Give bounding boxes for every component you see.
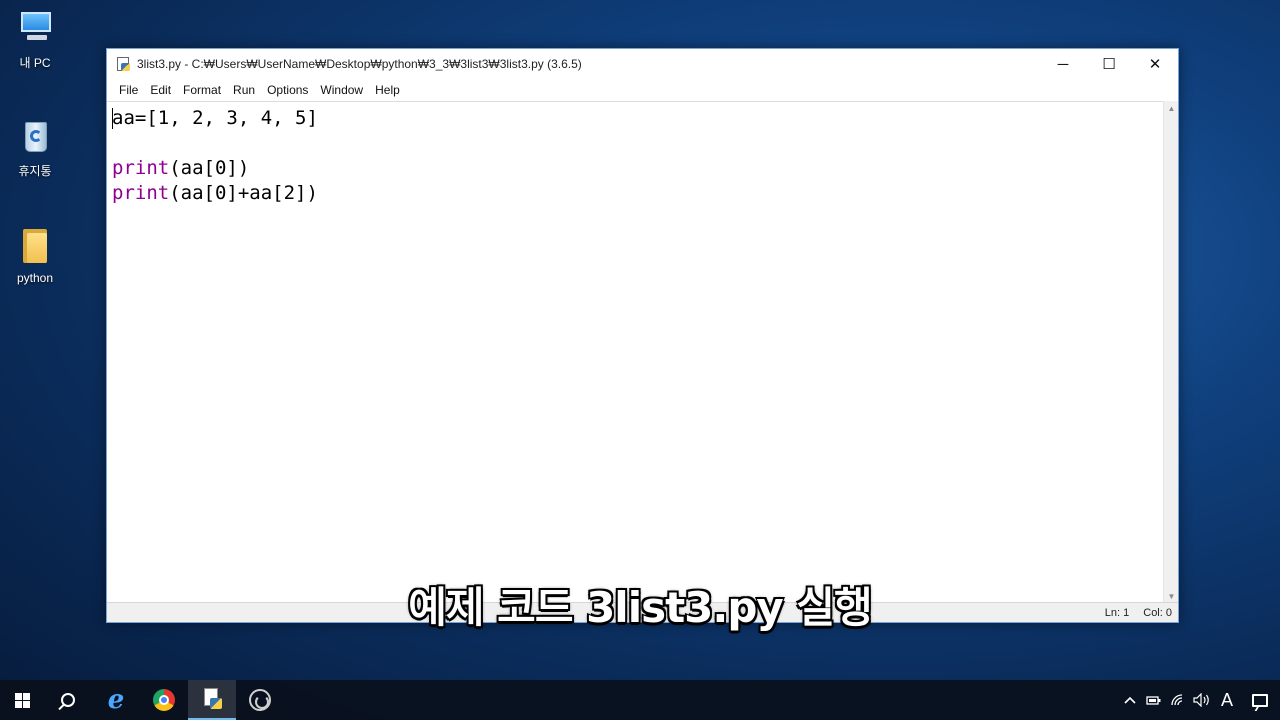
menu-format[interactable]: Format (177, 80, 227, 100)
vertical-scrollbar[interactable]: ▲ ▼ (1163, 101, 1178, 604)
windows-icon (14, 692, 30, 708)
system-tray: A (1118, 680, 1280, 720)
folder-icon (15, 225, 55, 265)
desktop-icon-label: 휴지통 (18, 164, 52, 178)
network-icon[interactable] (1166, 680, 1190, 720)
chrome-icon (153, 689, 175, 711)
menu-file[interactable]: File (113, 80, 144, 100)
code-text: (aa[0]) (169, 157, 250, 179)
menu-edit[interactable]: Edit (144, 80, 177, 100)
code-text: aa=[1, 2, 3, 4, 5] (112, 107, 318, 129)
obs-icon (249, 689, 271, 711)
menu-help[interactable]: Help (369, 80, 406, 100)
scroll-up-icon[interactable]: ▲ (1164, 101, 1179, 116)
ime-indicator[interactable]: A (1214, 680, 1240, 720)
code-keyword: print (112, 182, 170, 204)
taskbar-chrome[interactable] (140, 680, 188, 720)
minimize-button[interactable]: ─ (1040, 49, 1086, 79)
search-button[interactable] (44, 680, 92, 720)
code-editor[interactable]: aa=[1, 2, 3, 4, 5] print(aa[0]) print(aa… (107, 101, 1165, 604)
code-line-3: print(aa[0]) (112, 156, 1165, 181)
idle-editor-window: 3list3.py - C:₩Users₩UserName₩Desktop₩py… (106, 48, 1179, 623)
power-icon[interactable] (1142, 680, 1166, 720)
title-bar[interactable]: 3list3.py - C:₩Users₩UserName₩Desktop₩py… (107, 49, 1178, 79)
idle-icon (202, 688, 222, 710)
desktop-icon-my-pc[interactable]: 내 PC (0, 8, 70, 71)
menu-options[interactable]: Options (261, 80, 314, 100)
action-center-button[interactable] (1240, 680, 1280, 720)
volume-icon[interactable] (1190, 680, 1214, 720)
idle-file-icon (115, 56, 131, 72)
show-hidden-icons-icon[interactable] (1118, 680, 1142, 720)
window-title: 3list3.py - C:₩Users₩UserName₩Desktop₩py… (137, 57, 582, 71)
close-button[interactable]: ✕ (1132, 49, 1178, 79)
notification-icon (1252, 693, 1268, 707)
taskbar-python-idle[interactable] (188, 680, 236, 720)
menu-run[interactable]: Run (227, 80, 261, 100)
ie-icon: e (107, 685, 125, 715)
start-button[interactable] (0, 680, 44, 720)
code-line-1: aa=[1, 2, 3, 4, 5] (112, 106, 1165, 131)
code-text: (aa[0]+aa[2]) (169, 182, 318, 204)
menu-bar: File Edit Format Run Options Window Help (107, 79, 1178, 101)
taskbar-internet-explorer[interactable]: e (92, 680, 140, 720)
code-keyword: print (112, 157, 170, 179)
taskbar-obs[interactable] (236, 680, 284, 720)
pc-icon (15, 8, 55, 48)
desktop-icon-label: 내 PC (19, 56, 51, 70)
menu-window[interactable]: Window (314, 80, 369, 100)
taskbar: e A (0, 680, 1280, 720)
search-icon (61, 693, 75, 707)
maximize-button[interactable]: ☐ (1086, 49, 1132, 79)
desktop-icon-python-folder[interactable]: python (0, 225, 70, 285)
desktop-icon-label: python (16, 271, 54, 285)
code-line-4: print(aa[0]+aa[2]) (112, 181, 1165, 206)
recycle-bin-icon (15, 116, 55, 156)
desktop-icon-recycle-bin[interactable]: 휴지통 (0, 116, 70, 179)
video-caption: 예제 코드 3list3.py 실행 (408, 583, 872, 632)
text-caret (112, 108, 113, 129)
